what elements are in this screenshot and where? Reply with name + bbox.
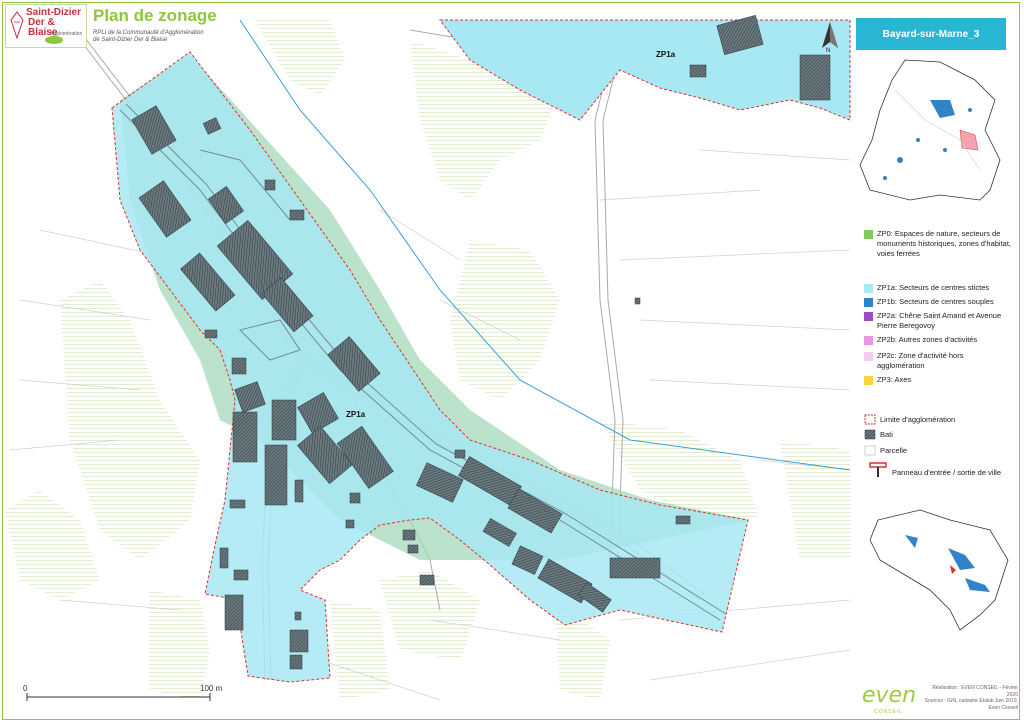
legend-swatch-zp2c — [864, 352, 873, 361]
legend-label: Bati — [880, 430, 893, 439]
legend-item-boundary: Limite d'agglomération — [880, 415, 1015, 425]
legend-label: ZP1b: Secteurs de centres souples — [877, 297, 994, 306]
scale-start-label: 0 — [23, 684, 28, 693]
subtitle-line2: de Saint-Dizier Der & Blaise — [93, 37, 168, 43]
legend-swatch-zp0 — [864, 230, 873, 239]
legend-item-zp2b: ZP2b: Autres zones d'activités — [864, 335, 1012, 345]
legend-item-building: Bati — [880, 430, 1015, 440]
legend-label: ZP2a: Chêne Saint Amand et Avenue Pierre… — [877, 311, 1002, 330]
legend-label: ZP1a: Secteurs de centres stictes — [877, 283, 990, 292]
credit-line2: Sources : IGN, cadastre Etalab Juin 2019… — [924, 698, 1018, 704]
even-logo-sub: CONSEIL — [874, 709, 903, 715]
page-subtitle: RPLI de la Communauté d'Agglomération de… — [93, 30, 204, 44]
legend-item-zp0: ZP0: Espaces de nature, secteurs de monu… — [864, 229, 1012, 259]
credit-line1: Réalisation : EVEN CONSEIL - Février 202… — [932, 685, 1018, 698]
footer-credit: Réalisation : EVEN CONSEIL - Février 202… — [922, 685, 1018, 711]
logo-leaf-icon — [45, 36, 63, 44]
legend-swatch-zp1b — [864, 298, 873, 307]
legend-item-sign: Panneau d'entrée / sortie de ville — [892, 468, 1024, 478]
legend-label: ZP3: Axes — [877, 375, 912, 384]
zone-label-main: ZP1a — [346, 410, 366, 419]
even-logo: even — [862, 683, 917, 708]
credit-line3: Even Conseil — [988, 704, 1018, 711]
legend-label: ZP2c: Zone d'activité hors agglomération — [877, 351, 964, 370]
legend-label: Panneau d'entrée / sortie de ville — [892, 468, 1002, 477]
agglomeration-logo: Saint-Dizier Der & Blaise Agglomération — [5, 4, 87, 48]
legend-item-zp1b: ZP1b: Secteurs de centres souples — [864, 297, 1012, 307]
legend-item-parcel: Parcelle — [880, 446, 1015, 456]
legend-swatch-zp3 — [864, 376, 873, 385]
commune-name-box: Bayard-sur-Marne_3 — [856, 18, 1006, 50]
legend-swatch-zp2b — [864, 336, 873, 345]
north-label: N — [826, 48, 831, 54]
scale-end-label: 100 m — [200, 684, 223, 693]
zone-label-north: ZP1a — [656, 50, 676, 59]
logo-mark-icon — [10, 11, 24, 40]
legend-label: ZP2b: Autres zones d'activités — [877, 335, 978, 344]
legend-swatch-zp2a — [864, 312, 873, 321]
legend-label: ZP0: Espaces de nature, secteurs de monu… — [877, 229, 1012, 258]
legend-item-zp1a: ZP1a: Secteurs de centres stictes — [864, 283, 1012, 293]
legend-label: Limite d'agglomération — [880, 415, 956, 424]
legend-item-zp2c: ZP2c: Zone d'activité hors agglomération — [864, 351, 1012, 371]
legend-item-zp2a: ZP2a: Chêne Saint Amand et Avenue Pierre… — [864, 311, 1012, 331]
page-title: Plan de zonage — [93, 6, 217, 25]
legend-label: Parcelle — [880, 446, 908, 455]
subtitle-line1: RPLI de la Communauté d'Agglomération — [93, 30, 204, 36]
legend-swatch-zp1a — [864, 284, 873, 293]
legend-item-zp3: ZP3: Axes — [864, 375, 1012, 385]
